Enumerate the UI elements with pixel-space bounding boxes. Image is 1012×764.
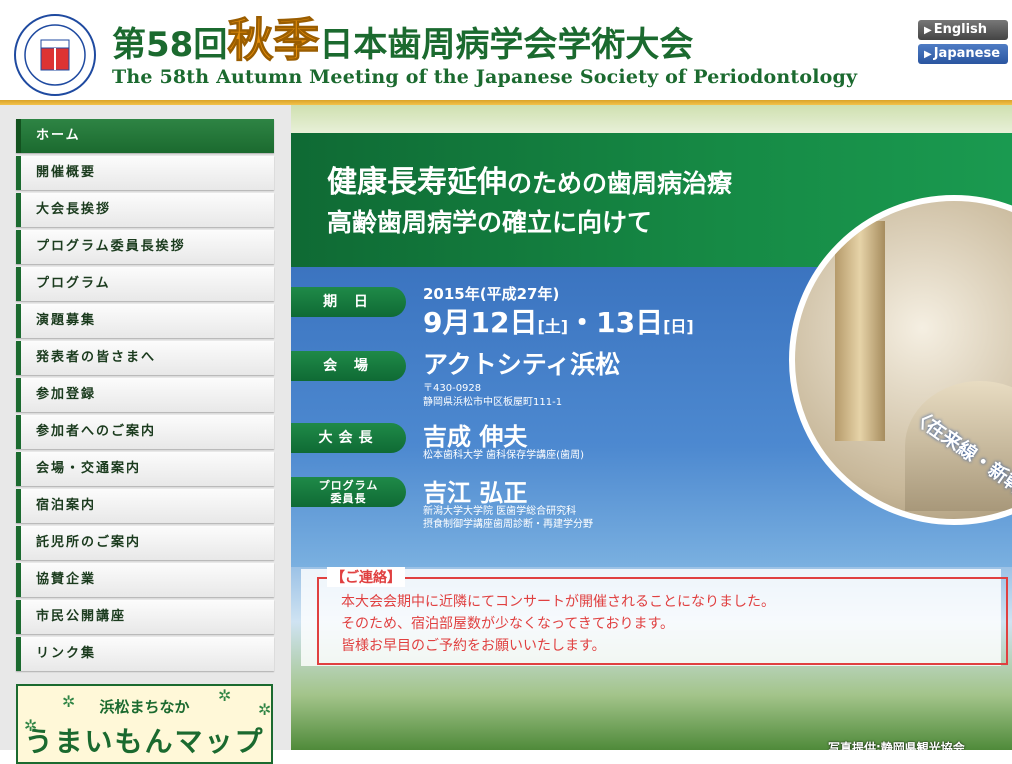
venue-address: 静岡県浜松市中区板屋町111-1: [423, 397, 563, 408]
notice-line-2: そのため、宿泊部屋数が少なくなってきております。: [341, 616, 675, 632]
nav-item-participant-info[interactable]: 参加者へのご案内: [16, 415, 274, 449]
japanese-button[interactable]: ▶ Japanese: [918, 44, 1008, 64]
nav-item-program[interactable]: プログラム: [16, 267, 274, 301]
nav-item-president-greeting[interactable]: 大会長挨拶: [16, 193, 274, 227]
umaimon-map-banner[interactable]: ✲ ✲ ✲ ✲ 浜松まちなか うまいもんマップ: [16, 684, 273, 764]
notice-title: 【ご連絡】: [327, 567, 405, 587]
nav-item-links[interactable]: リンク集: [16, 637, 274, 671]
main-hero: 健康長寿延伸のための歯周病治療 高齢歯周病学の確立に向けて 期 日 2015年(…: [291, 105, 1012, 750]
photo-credit: 写真提供:静岡県観光協会: [828, 741, 965, 750]
nav-item-overview[interactable]: 開催概要: [16, 156, 274, 190]
nav-item-program-chair-greeting[interactable]: プログラム委員長挨拶: [16, 230, 274, 264]
page-title-jp: 第58回秋季日本歯周病学会学術大会: [112, 13, 694, 67]
nav-item-registration[interactable]: 参加登録: [16, 378, 274, 412]
program-chair-affiliation-1: 新潟大学大学院 医歯学総合研究科: [423, 506, 577, 517]
theme-line-2: 高齢歯周病学の確立に向けて: [327, 208, 653, 237]
sidebar-nav: ホーム 開催概要 大会長挨拶 プログラム委員長挨拶 プログラム 演題募集 発表者…: [16, 119, 274, 674]
president-affiliation: 松本歯科大学 歯科保存学講座(歯周): [423, 450, 584, 461]
page-title-en: The 58th Autumn Meeting of the Japanese …: [112, 66, 858, 88]
nav-item-childcare[interactable]: 託児所のご案内: [16, 526, 274, 560]
notice-line-3: 皆様お早目のご予約をお願いいたします。: [341, 638, 606, 654]
venue-zip: 〒430-0928: [423, 383, 482, 394]
notice-line-1: 本大会会期中に近隣にてコンサートが開催されることになりました。: [341, 594, 775, 610]
society-logo[interactable]: [14, 14, 96, 96]
nav-item-venue-access[interactable]: 会場・交通案内: [16, 452, 274, 486]
sidebar: ホーム 開催概要 大会長挨拶 プログラム委員長挨拶 プログラム 演題募集 発表者…: [0, 105, 291, 764]
program-chair-affiliation-2: 摂食制御学講座歯周診断・再建学分野: [423, 519, 593, 530]
venue-name: アクトシティ浜松: [423, 350, 621, 379]
nav-item-presenters[interactable]: 発表者の皆さまへ: [16, 341, 274, 375]
nav-item-home[interactable]: ホーム: [16, 119, 274, 153]
hero-top-strip: [291, 105, 1012, 133]
program-chair-name: 吉江 弘正: [423, 479, 528, 507]
nav-item-public-lecture[interactable]: 市民公開講座: [16, 600, 274, 634]
president-label: 大会長: [291, 423, 406, 453]
venue-label: 会 場: [291, 351, 406, 381]
nav-item-call-for-abstracts[interactable]: 演題募集: [16, 304, 274, 338]
date-days: 9月12日[土]・13日[日]: [423, 306, 694, 339]
president-name: 吉成 伸夫: [423, 423, 528, 451]
site-header: 第58回秋季日本歯周病学会学術大会 The 58th Autumn Meetin…: [0, 0, 1012, 103]
theme-line-1: 健康長寿延伸のための歯周病治療: [327, 165, 733, 200]
act-tower: [835, 221, 885, 441]
english-button[interactable]: ▶ English: [918, 20, 1008, 40]
nav-item-accommodation[interactable]: 宿泊案内: [16, 489, 274, 523]
banner-subtitle: 浜松まちなか: [99, 698, 190, 716]
program-chair-label: プログラム 委員長: [291, 477, 406, 507]
banner-title: うまいもんマップ: [24, 725, 265, 758]
nav-item-sponsors[interactable]: 協賛企業: [16, 563, 274, 597]
date-label: 期 日: [291, 287, 406, 317]
